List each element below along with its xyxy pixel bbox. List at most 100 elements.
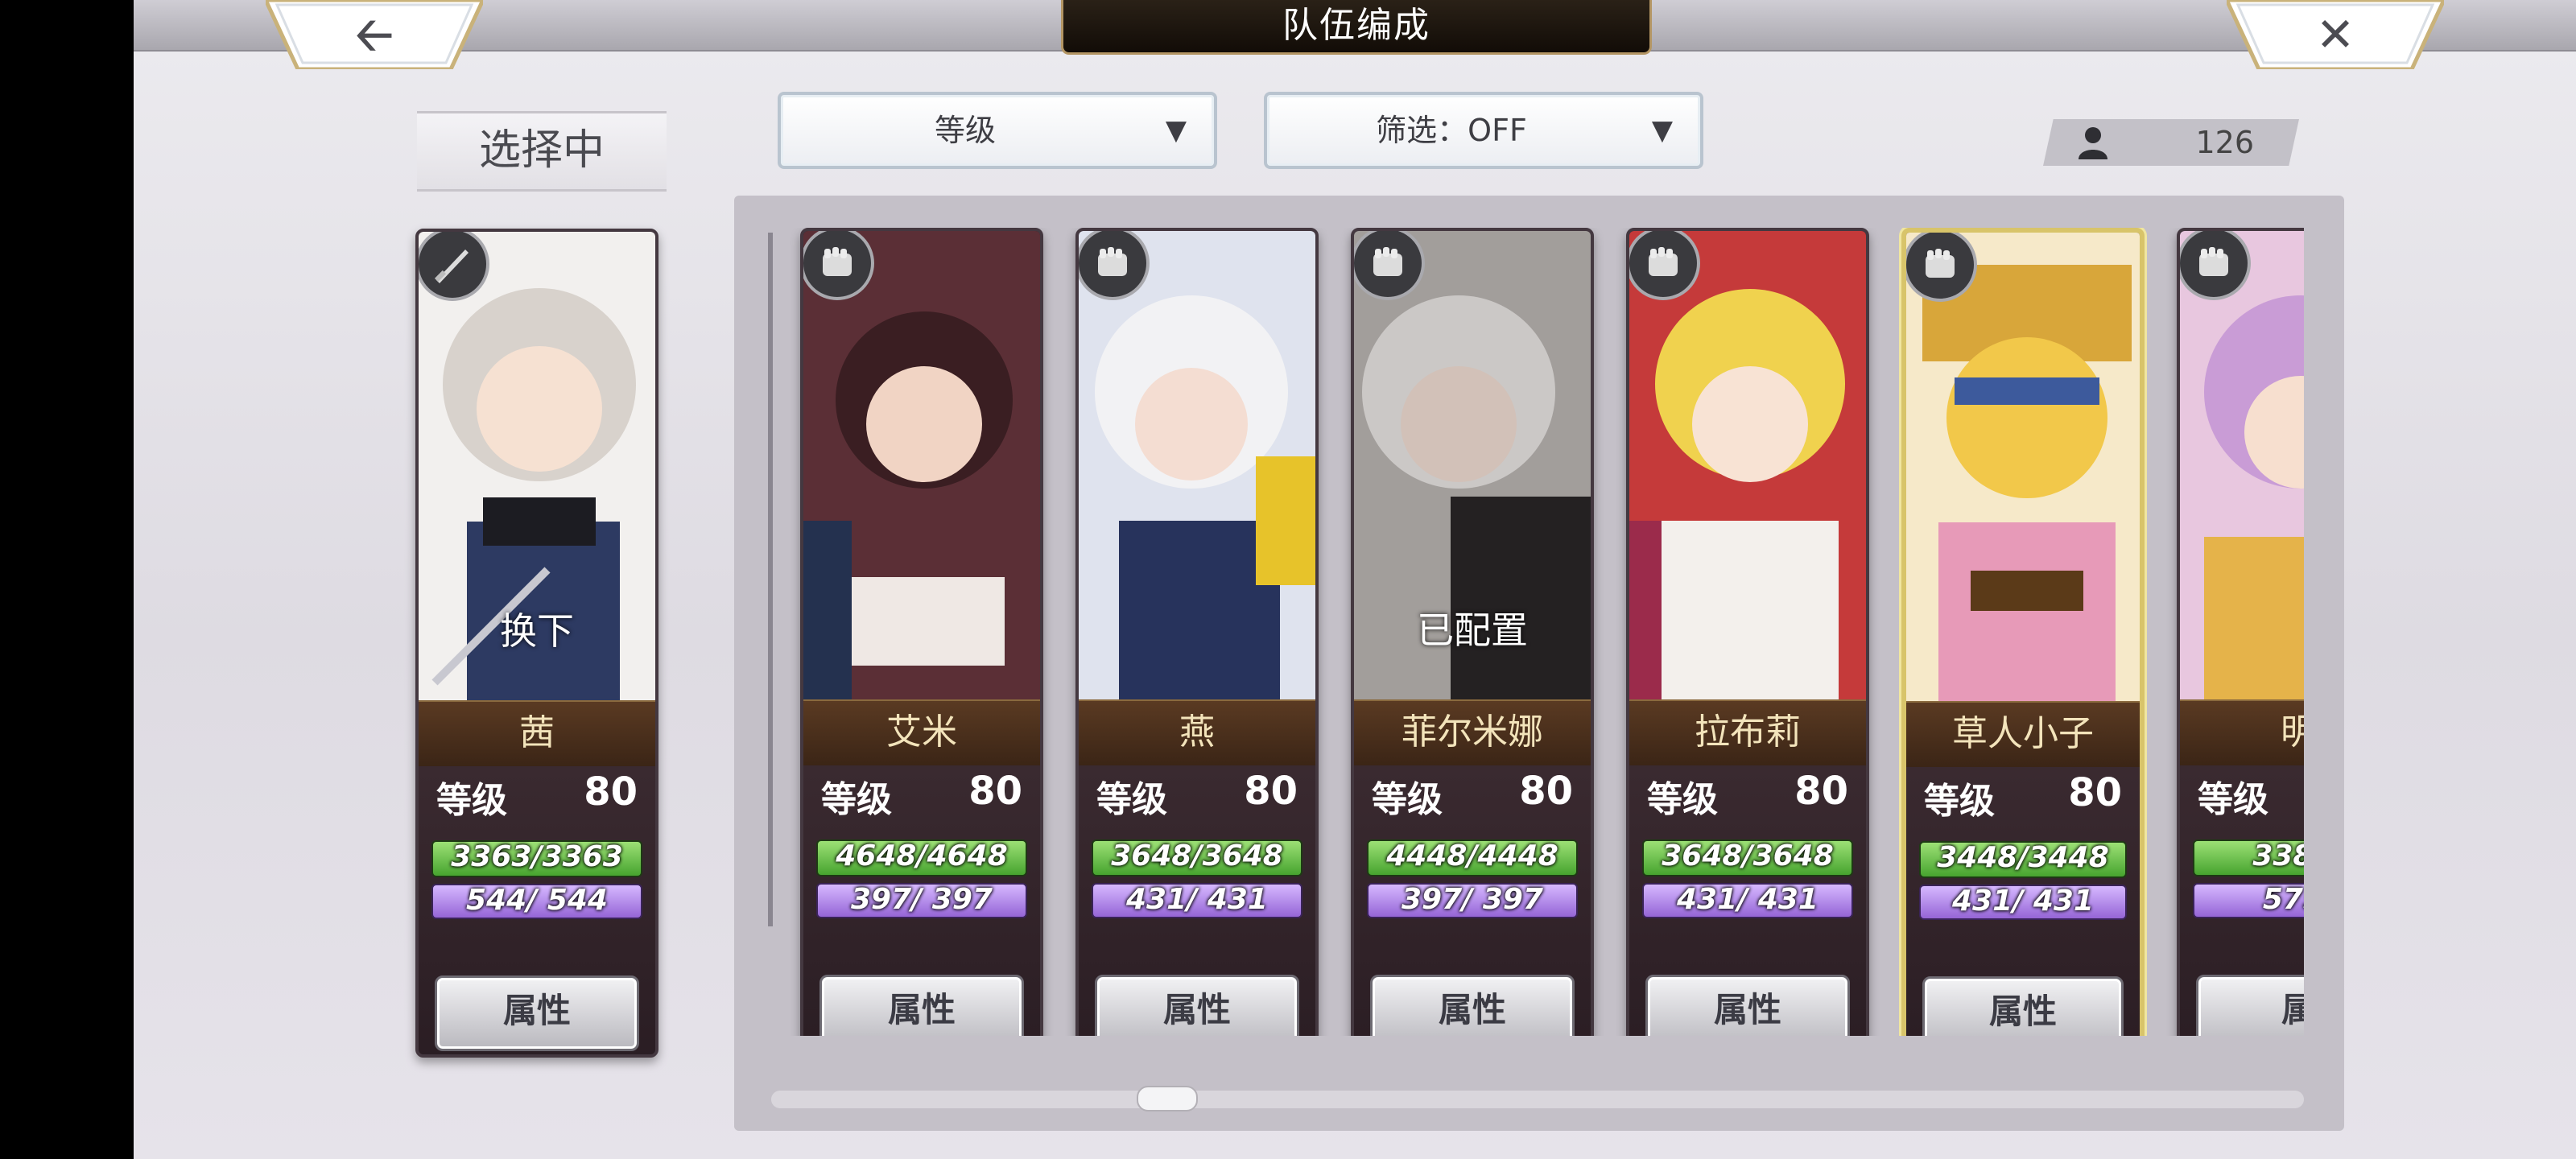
chevron-down-icon: ▼ [1165, 114, 1187, 146]
unit-name-bar: 茜 [419, 700, 655, 768]
mp-bar: 431/ 431 [1919, 885, 2127, 920]
attribute-button[interactable]: 属性 [1922, 976, 2124, 1036]
unit-portrait [1079, 231, 1315, 699]
unit-stats: 等级 80 3648/3648 431/ 431 属性 [1629, 765, 1866, 1036]
hp-bar: 4448/4448 [1367, 839, 1578, 876]
mp-value: 431/ 431 [1952, 885, 2094, 918]
unit-portrait [1629, 231, 1866, 699]
hp-bar: 3363/3363 [431, 840, 642, 877]
mp-value: 575/ [2262, 883, 2304, 916]
unit-stats: 等级 3384/ 575/ 属 [2180, 765, 2304, 1036]
level-label: 等级 [436, 780, 507, 821]
unit-card[interactable]: 拉布莉 等级 80 3648/3648 431/ 431 属性 [1626, 228, 1869, 1036]
unit-portrait: 已配置 [1354, 231, 1591, 699]
back-button[interactable]: 🡠 [266, 0, 483, 69]
fist-icon [1629, 231, 1700, 300]
attribute-button[interactable]: 属性 [1370, 975, 1575, 1036]
attribute-button[interactable]: 属性 [1095, 975, 1299, 1036]
hp-value: 3648/3648 [1111, 839, 1283, 872]
sort-dropdown-label: 等级 [934, 113, 996, 148]
horizontal-scrollbar[interactable] [771, 1086, 2304, 1112]
unit-name-bar: 拉布莉 [1629, 699, 1866, 767]
close-button[interactable]: ✕ [2227, 0, 2444, 69]
hp-value: 3448/3448 [1937, 841, 2109, 874]
hp-value: 3363/3363 [451, 840, 623, 873]
level-label: 等级 [1372, 779, 1443, 820]
selecting-label: 选择中 [478, 126, 605, 175]
unit-portrait: 换下 [419, 232, 655, 700]
level-label: 等级 [1924, 781, 1995, 822]
chevron-down-icon: ▼ [1651, 114, 1673, 146]
unit-name-bar: 明 [2180, 699, 2304, 767]
unit-list[interactable]: 艾米 等级 80 4648/4648 397/ 397 属性 燕 等级 80 3… [771, 228, 2304, 1036]
level-value: 80 [1519, 769, 1573, 814]
unit-card[interactable]: 艾米 等级 80 4648/4648 397/ 397 属性 [800, 228, 1043, 1036]
unit-portrait [803, 231, 1040, 699]
level-value: 80 [584, 769, 638, 815]
attribute-button-label: 属性 [502, 991, 571, 1030]
unit-portrait [1906, 233, 2140, 701]
scrollbar-thumb[interactable] [1137, 1086, 1198, 1112]
attribute-button-label: 属性 [1713, 990, 1781, 1029]
attribute-button[interactable]: 属性 [435, 975, 639, 1051]
mp-bar: 575/ [2193, 883, 2304, 918]
level-value: 80 [968, 769, 1022, 814]
hp-value: 4648/4648 [836, 839, 1008, 872]
unit-card[interactable]: 燕 等级 80 3648/3648 431/ 431 属性 [1075, 228, 1319, 1036]
unit-count: 126 [2195, 125, 2254, 160]
hp-bar: 3448/3448 [1919, 841, 2127, 878]
attribute-button[interactable]: 属 [2196, 975, 2304, 1036]
unit-stats: 等级 80 4648/4648 397/ 397 属性 [803, 765, 1040, 1036]
hp-value: 3384/ [2252, 839, 2304, 872]
unit-stats: 等级 80 3648/3648 431/ 431 属性 [1079, 765, 1315, 1036]
mp-value: 397/ 397 [851, 883, 993, 916]
sword-icon [419, 232, 489, 301]
attribute-button-label: 属性 [1438, 990, 1506, 1029]
status-label: 已配置 [1417, 608, 1528, 652]
filter-dropdown[interactable]: 筛选：OFF ▼ [1264, 92, 1703, 169]
level-value: 80 [1794, 769, 1848, 814]
mp-value: 431/ 431 [1677, 883, 1818, 916]
hp-bar: 3648/3648 [1092, 839, 1302, 876]
unit-name: 燕 [1179, 711, 1215, 753]
unit-card[interactable]: 明 等级 3384/ 575/ 属 [2177, 228, 2304, 1036]
unit-name: 艾米 [886, 711, 957, 753]
mp-value: 431/ 431 [1126, 883, 1268, 916]
mp-bar: 397/ 397 [816, 883, 1027, 918]
unit-name: 草人小子 [1952, 713, 2094, 754]
unit-card[interactable]: 草人小子 等级 80 3448/3448 431/ 431 属性 [1901, 228, 2145, 1036]
team-formation-screen: 🡠 ✕ 队伍编成 选择中 等级 ▼ 筛选：OFF ▼ 126 换下 茜 等级 8… [134, 0, 2576, 1159]
swap-out-label: 换下 [500, 609, 574, 653]
title-plate: 队伍编成 [1061, 0, 1652, 55]
unit-name-bar: 燕 [1079, 699, 1315, 767]
level-value: 80 [2068, 770, 2122, 815]
unit-list-panel: 艾米 等级 80 4648/4648 397/ 397 属性 燕 等级 80 3… [734, 196, 2344, 1131]
unit-name-bar: 草人小子 [1906, 701, 2140, 769]
unit-stats: 等级 80 3363/3363 544/ 544 属性 [419, 766, 655, 1054]
fist-icon [1354, 231, 1425, 300]
attribute-button[interactable]: 属性 [819, 975, 1024, 1036]
level-label: 等级 [2198, 779, 2268, 820]
unit-name: 拉布莉 [1695, 711, 1801, 753]
fist-icon [1079, 231, 1150, 300]
mp-value: 397/ 397 [1402, 883, 1543, 916]
sort-dropdown[interactable]: 等级 ▼ [778, 92, 1217, 169]
hp-value: 4448/4448 [1386, 839, 1558, 872]
person-icon [2079, 127, 2107, 159]
mp-bar: 431/ 431 [1642, 883, 1853, 918]
fist-icon [1906, 233, 1977, 302]
hp-bar: 4648/4648 [816, 839, 1027, 876]
hp-value: 3648/3648 [1662, 839, 1834, 872]
unit-name: 茜 [519, 712, 555, 753]
attribute-button-label: 属性 [1162, 990, 1231, 1029]
unit-stats: 等级 80 4448/4448 397/ 397 属性 [1354, 765, 1591, 1036]
selected-unit-card[interactable]: 换下 茜 等级 80 3363/3363 544/ 544 属性 [415, 229, 658, 1058]
fist-icon [803, 231, 874, 300]
attribute-button[interactable]: 属性 [1645, 975, 1850, 1036]
unit-card[interactable]: 已配置 菲尔米娜 等级 80 4448/4448 397/ 397 属性 [1351, 228, 1594, 1036]
filter-dropdown-label: 筛选：OFF [1376, 113, 1527, 148]
close-icon: ✕ [2315, 7, 2355, 62]
level-label: 等级 [1647, 779, 1718, 820]
mp-bar: 397/ 397 [1367, 883, 1578, 918]
selecting-label-box: 选择中 [417, 111, 667, 192]
